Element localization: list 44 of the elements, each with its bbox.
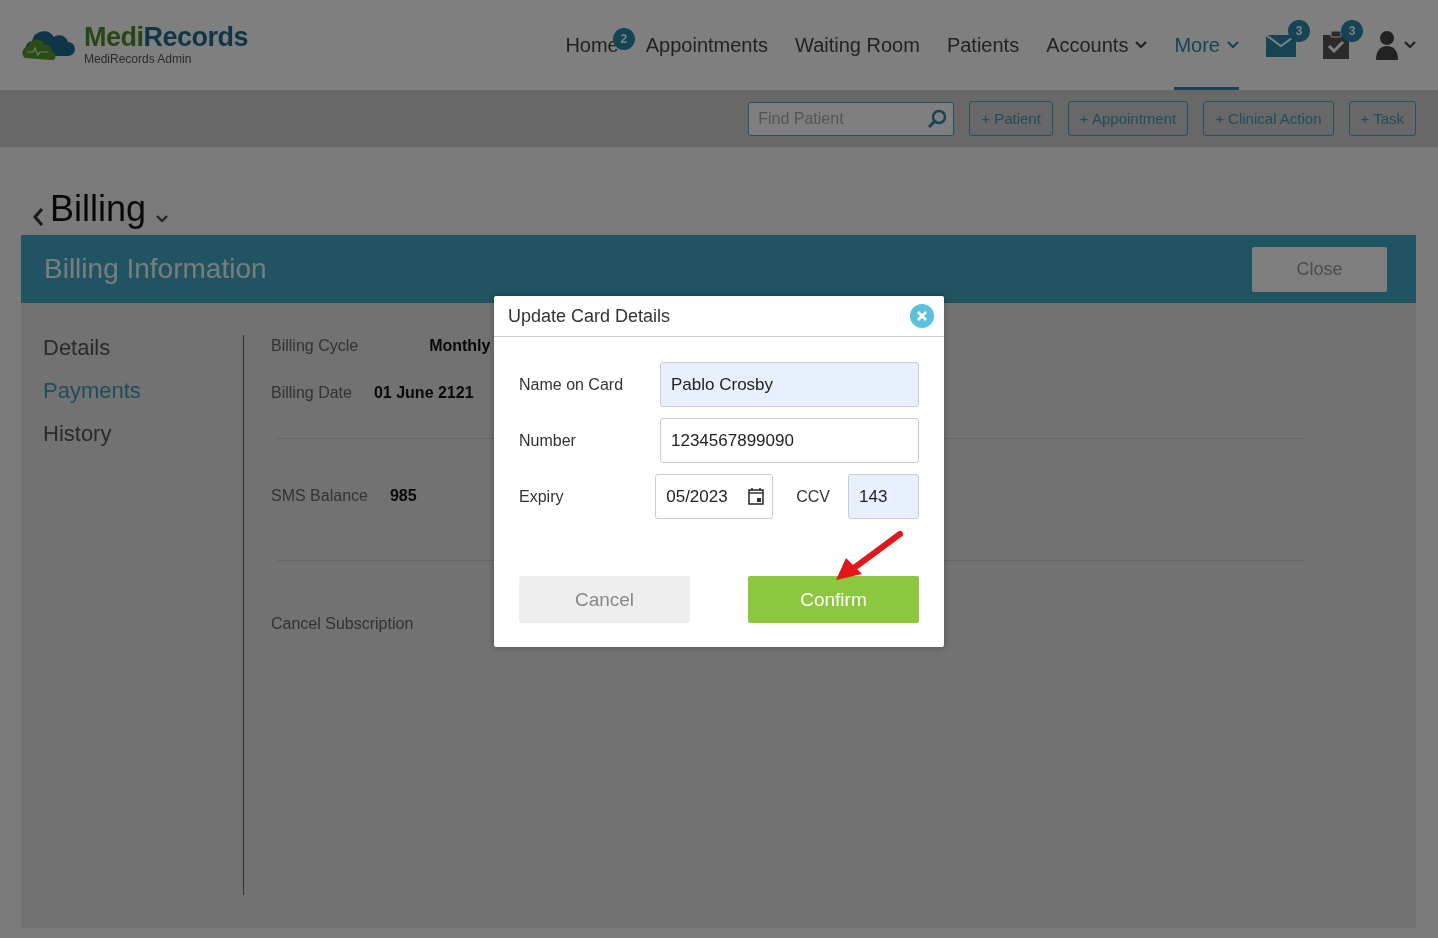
field-label: Billing Cycle <box>271 337 359 355</box>
field-label: Number <box>519 431 577 450</box>
ccv-input-field[interactable]: 143 <box>848 474 919 519</box>
back-chevron-icon[interactable] <box>33 207 44 227</box>
field-label: Name on Card <box>519 375 625 394</box>
brand-logo-text: MediRecords <box>84 24 249 51</box>
nav-item[interactable]: Patients <box>946 0 1020 90</box>
sidebar-item[interactable]: Details <box>43 335 111 361</box>
nav-item[interactable]: Accounts <box>1046 0 1148 90</box>
field-value: 01 June 2121 <box>373 384 474 402</box>
field-label: Billing Date <box>271 384 352 402</box>
panel-title: Billing Information <box>44 253 267 285</box>
confirm-button[interactable]: Confirm <box>748 576 919 623</box>
chevron-down-icon <box>1404 41 1416 49</box>
expiry-date-field[interactable]: 05/2023 <box>655 474 774 519</box>
user-icon[interactable] <box>1376 30 1398 60</box>
clipboard-check-icon[interactable] <box>1323 31 1349 59</box>
add-button[interactable]: + Clinical Action <box>1203 101 1334 136</box>
add-button[interactable]: + Patient <box>969 101 1053 136</box>
dialog-title: Update Card Details <box>508 305 671 327</box>
chevron-down-icon <box>156 215 169 223</box>
field-label: SMS Balance <box>271 487 368 505</box>
search-icon <box>927 108 948 129</box>
nav-item[interactable]: Appointments <box>645 0 769 90</box>
nav-item[interactable]: Waiting Room <box>795 0 920 90</box>
logo-subtitle: MediRecords Admin <box>84 52 193 66</box>
envelope-icon[interactable] <box>1266 33 1296 57</box>
cancel-button[interactable]: Cancel <box>519 576 690 623</box>
field-label: CCV <box>796 487 830 506</box>
count-badge: 3 <box>1341 20 1363 42</box>
count-badge: 3 <box>1288 20 1310 42</box>
annotation-arrow <box>834 530 904 582</box>
field-value: 985 <box>389 487 417 505</box>
cloud-logo-icon <box>22 30 76 60</box>
add-button[interactable]: + Appointment <box>1067 101 1189 136</box>
calendar-icon[interactable] <box>748 487 765 505</box>
sidebar-item[interactable]: Payments <box>43 378 141 404</box>
field-label: Expiry <box>519 487 565 506</box>
field-label: Cancel Subscription <box>271 615 414 633</box>
add-button[interactable]: + Task <box>1348 101 1416 136</box>
page-title: Billing <box>50 191 147 227</box>
text-input-field[interactable]: Pablo Crosby <box>660 362 919 407</box>
text-input-field[interactable]: 1234567899090 <box>660 418 919 463</box>
sidebar-item[interactable]: History <box>43 421 112 447</box>
